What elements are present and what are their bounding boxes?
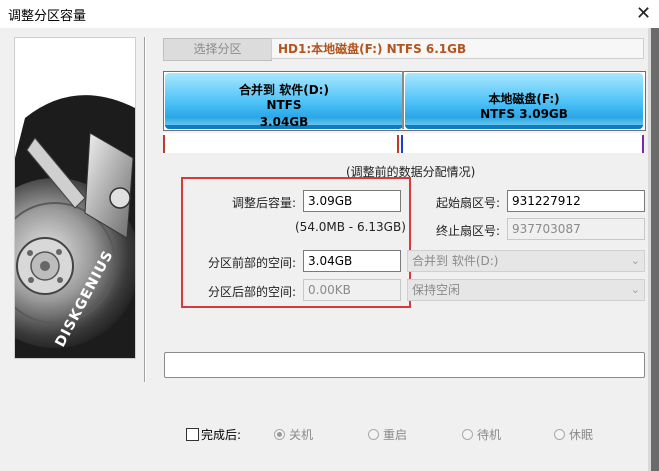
after-completion-checkbox[interactable] bbox=[186, 428, 199, 441]
progress-bar bbox=[164, 352, 645, 378]
partition-fs-size: NTFS 3.09GB bbox=[480, 107, 568, 121]
ruler-mid-marker-blue bbox=[401, 135, 403, 153]
start-sector-input[interactable]: 931227912 bbox=[507, 190, 645, 212]
hard-disk-illustration: DISKGENIUS bbox=[15, 38, 135, 358]
chevron-down-icon: ⌄ bbox=[630, 254, 640, 267]
chevron-down-icon: ⌄ bbox=[630, 283, 640, 296]
space-after-action-select: 保持空闲 ⌄ bbox=[407, 279, 645, 301]
space-after-action-value: 保持空闲 bbox=[412, 283, 461, 297]
window-edge bbox=[651, 28, 659, 471]
radio-standby[interactable] bbox=[462, 429, 473, 440]
radio-shutdown-label: 关机 bbox=[289, 428, 314, 442]
partition-resize-handle[interactable] bbox=[402, 71, 404, 129]
sector-ruler bbox=[163, 133, 644, 153]
radio-shutdown[interactable] bbox=[274, 429, 285, 440]
window-title: 调整分区容量 bbox=[8, 9, 87, 24]
ruler-start-marker bbox=[163, 135, 165, 153]
space-before-action-select: 合并到 软件(D:) ⌄ bbox=[407, 250, 645, 272]
partition-map[interactable]: 合并到 软件(D:) NTFS 3.04GB 本地磁盘(F:) NTFS 3.0… bbox=[163, 71, 646, 131]
partition-fs: NTFS bbox=[266, 98, 302, 112]
radio-hibernate[interactable] bbox=[554, 429, 565, 440]
partition-name: 本地磁盘(F:) bbox=[488, 92, 560, 106]
highlight-box bbox=[181, 177, 411, 308]
start-sector-label: 起始扇区号: bbox=[435, 196, 500, 210]
disk-info-field: HD1:本地磁盘(F:) NTFS 6.1GB bbox=[271, 38, 644, 59]
partition-block-merge-d[interactable]: 合并到 软件(D:) NTFS 3.04GB bbox=[165, 73, 403, 129]
end-sector-input: 937703087 bbox=[507, 218, 645, 240]
radio-hibernate-label: 休眠 bbox=[569, 428, 594, 442]
partition-size: 3.04GB bbox=[259, 115, 309, 129]
close-icon[interactable]: ✕ bbox=[628, 0, 659, 28]
radio-restart[interactable] bbox=[368, 429, 379, 440]
space-before-action-value: 合并到 软件(D:) bbox=[412, 254, 499, 268]
radio-standby-label: 待机 bbox=[477, 428, 502, 442]
partition-name: 合并到 软件(D:) bbox=[239, 83, 329, 97]
select-partition-button[interactable]: 选择分区 bbox=[163, 38, 272, 61]
end-sector-label: 终止扇区号: bbox=[435, 224, 500, 238]
after-completion-label: 完成后: bbox=[201, 428, 242, 442]
diskgenius-logo: DISKGENIUS bbox=[14, 37, 136, 359]
ruler-mid-marker-red bbox=[397, 135, 399, 153]
partition-block-f[interactable]: 本地磁盘(F:) NTFS 3.09GB bbox=[405, 73, 643, 129]
radio-restart-label: 重启 bbox=[383, 428, 408, 442]
panel-separator-highlight bbox=[145, 37, 146, 382]
ruler-end-marker bbox=[642, 135, 644, 153]
title-bar bbox=[0, 0, 659, 28]
